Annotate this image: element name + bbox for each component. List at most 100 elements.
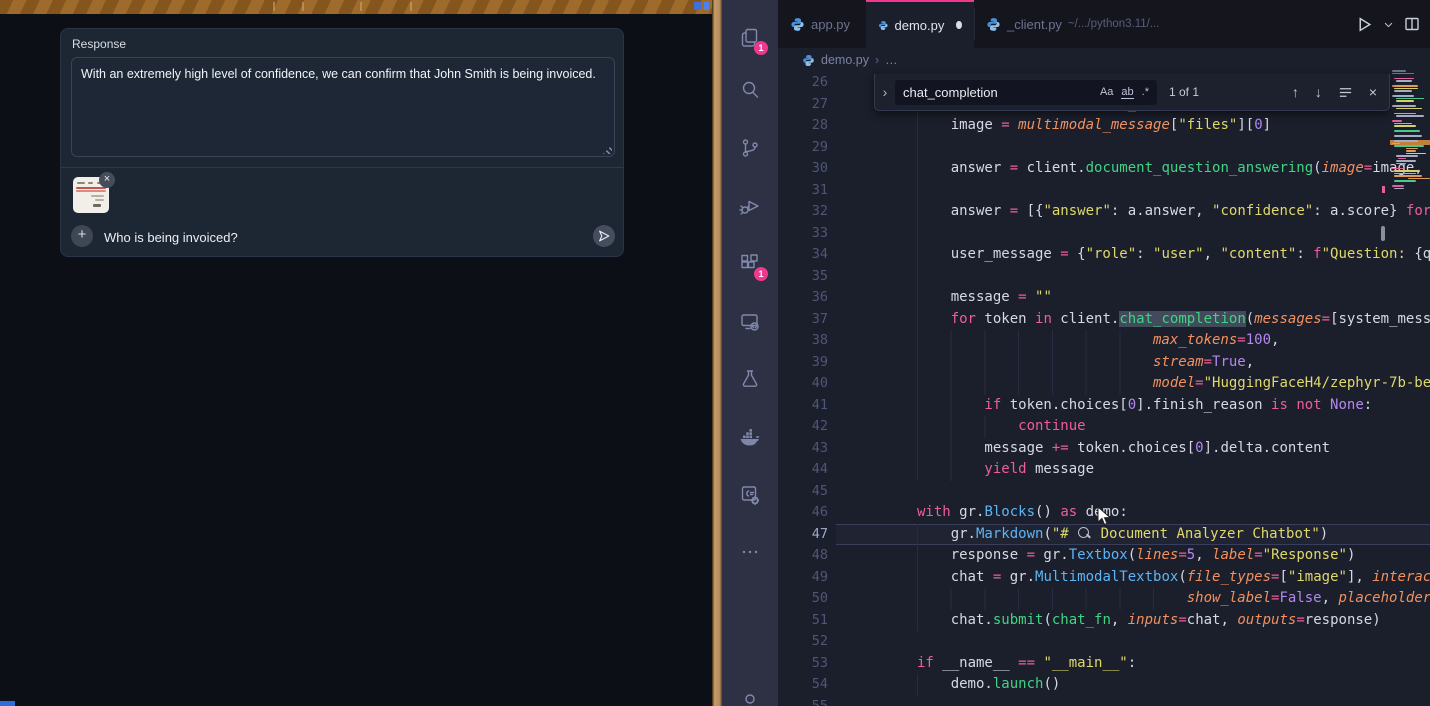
code-line[interactable]: for token in client.chat_completion(mess… [917,309,1430,331]
tab-demo-py[interactable]: demo.py [866,0,974,48]
tab-client-py[interactable]: _client.py ~/.../python3.11/... [974,0,1389,48]
code-line[interactable] [917,137,1430,159]
code-line[interactable]: if token.choices[0].finish_reason is not… [917,395,1430,417]
attachment-close-button[interactable]: × [99,172,115,188]
minimap-row [1396,80,1412,82]
split-editor-button[interactable] [1404,16,1420,32]
code-line[interactable]: yield message [917,459,1430,481]
minimap-row [1394,173,1416,175]
more-actions-button[interactable] [738,540,762,564]
minimap-row [1394,175,1422,177]
code-line[interactable]: with gr.Blocks() as demo: [917,502,1430,524]
code-line[interactable] [917,631,1430,653]
strip-tick [410,2,412,11]
code-gear-icon [738,483,762,507]
window-divider[interactable] [712,0,722,706]
python-icon [790,17,805,32]
code-line[interactable]: gr.Markdown("# Document Analyzer Chatbot… [917,524,1430,546]
tab-app-py[interactable]: app.py [778,0,866,48]
minimap-row [1392,185,1404,187]
find-replace-toggle-chevron[interactable]: › [875,84,895,100]
find-results-count: 1 of 1 [1169,85,1199,99]
minimap[interactable] [1392,48,1428,706]
sidebar-item-docker[interactable] [738,425,762,449]
whole-word-toggle[interactable]: ab [1121,86,1133,99]
code-line[interactable]: answer = client.document_question_answer… [917,158,1430,180]
ellipsis-icon [738,540,762,564]
breadcrumb-more[interactable]: … [885,53,898,67]
find-input[interactable] [895,85,1100,100]
find-previous-button[interactable]: ↑ [1292,84,1299,100]
account-button[interactable] [738,688,762,706]
send-icon [597,229,611,243]
tab-label: _client.py [1007,17,1062,32]
modified-dot-icon[interactable] [956,21,962,29]
sidebar-item-source-control[interactable] [738,136,762,160]
code-line[interactable]: stream=True, [917,352,1430,374]
sidebar-item-search[interactable] [738,78,762,102]
code-line[interactable]: show_label=False, placeholder="Upload an… [917,588,1430,610]
regex-toggle[interactable]: .* [1142,86,1149,98]
response-textarea[interactable] [71,57,615,157]
chat-input[interactable]: Who is being invoiced? [104,230,238,245]
breadcrumb[interactable]: demo.py › … [778,48,1412,72]
code-line[interactable]: response = gr.Textbox(lines=5, label="Re… [917,545,1430,567]
code-line[interactable] [917,266,1430,288]
code-line[interactable]: continue [917,416,1430,438]
editor-actions [1355,0,1430,48]
code-line[interactable]: answer = [{"answer": a.answer, "confiden… [917,201,1430,223]
minimap-row [1394,188,1404,190]
minimap-row [1406,148,1418,150]
code-line[interactable]: max_tokens=100, [917,330,1430,352]
send-button[interactable] [593,225,615,247]
mouse-cursor [1097,506,1113,528]
code-line[interactable]: model="HuggingFaceH4/zephyr-7b-beta"): [917,373,1430,395]
python-icon [986,17,1001,32]
code-line[interactable]: chat.submit(chat_fn, inputs=chat, output… [917,610,1430,632]
minimap-row [1394,135,1422,137]
sidebar-item-explorer[interactable]: 1 [738,26,762,50]
find-input-box: Aa ab .* [895,80,1157,105]
find-close-button[interactable]: × [1369,84,1377,100]
minimap-row [1392,168,1404,170]
run-dropdown-chevron-icon[interactable] [1383,19,1394,30]
find-next-button[interactable]: ↓ [1315,84,1322,100]
remote-explorer-icon [738,310,762,334]
find-in-selection-button[interactable] [1338,85,1353,100]
desktop-bottom-sliver [0,701,15,706]
editor-lines[interactable]: def chat_fn(multimodal_message):question… [778,72,1430,706]
tab-label: app.py [811,17,850,32]
sidebar-item-testing[interactable] [738,367,762,391]
match-case-toggle[interactable]: Aa [1100,86,1113,98]
code-line[interactable] [917,696,1430,706]
code-line[interactable]: if __name__ == "__main__": [917,653,1430,675]
minimap-row [1406,150,1416,152]
code-line[interactable]: user_message = {"role": "user", "content… [917,244,1430,266]
run-button[interactable] [1356,16,1373,33]
code-line[interactable] [917,180,1430,202]
code-editor[interactable]: 2627282930313233343536373839404142434445… [778,72,1430,706]
code-line[interactable]: image = multimodal_message["files"][0] [917,115,1430,137]
chat-input-row: + Who is being invoiced? [61,217,625,257]
minimap-row [1406,153,1426,155]
sidebar-item-remote-explorer[interactable] [738,310,762,334]
minimap-row [1392,105,1416,107]
code-line[interactable]: message = "" [917,287,1430,309]
sidebar-item-run-debug[interactable] [738,194,762,218]
attach-file-button[interactable]: + [71,225,93,247]
sidebar-item-code-settings[interactable] [738,483,762,507]
find-widget: › Aa ab .* 1 of 1 ↑ ↓ × [874,74,1390,111]
sidebar-item-extensions[interactable]: 1 [738,252,762,276]
code-line[interactable] [917,481,1430,503]
explorer-badge: 1 [754,41,768,55]
minimap-row [1394,123,1412,125]
editor-tab-bar: app.py demo.py _client.py ~/.../python3.… [778,0,1430,48]
code-line[interactable]: message += token.choices[0].delta.conten… [917,438,1430,460]
breadcrumb-file[interactable]: demo.py [821,53,869,67]
tab-description: ~/.../python3.11/... [1068,18,1160,30]
code-line[interactable] [917,223,1430,245]
overview-ruler-mark [1381,226,1385,241]
activity-bar: 1 1 [722,0,778,706]
code-line[interactable]: demo.launch() [917,674,1430,696]
code-line[interactable]: chat = gr.MultimodalTextbox(file_types=[… [917,567,1430,589]
